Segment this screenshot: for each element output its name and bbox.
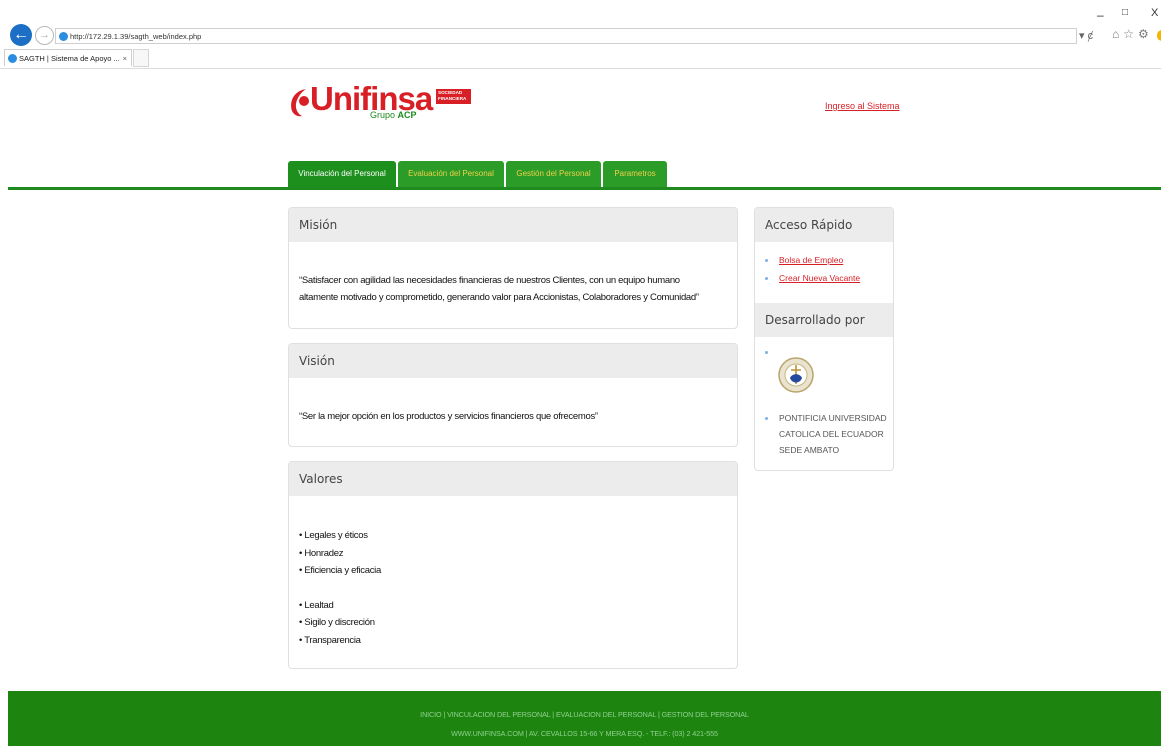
footer-nav[interactable]: INICIO | VINCULACION DEL PERSONAL | EVAL… xyxy=(8,710,1161,719)
tab-close-icon[interactable]: × xyxy=(123,50,127,66)
page-footer: INICIO | VINCULACION DEL PERSONAL | EVAL… xyxy=(8,691,1161,746)
university-line: PONTIFICIA UNIVERSIDAD xyxy=(779,413,887,423)
menu-tab-gestion[interactable]: Gestión del Personal xyxy=(506,161,601,187)
developed-by-title: Desarrollado por xyxy=(755,303,893,337)
university-seal-icon xyxy=(778,357,814,393)
logo-sociedad-financiera: SOCIEDAD FINANCIERA xyxy=(436,89,471,104)
bullet-icon xyxy=(765,259,768,262)
valor-item: • Sigilo y discreción xyxy=(299,617,375,628)
quick-access-title: Acceso Rápido xyxy=(755,208,893,242)
toolbar-home-favorites-settings-icon[interactable]: ⌂☆⚙ xyxy=(1112,27,1153,41)
valor-item: • Lealtad xyxy=(299,599,334,611)
menu-tab-parametros[interactable]: Parametros xyxy=(603,161,667,187)
valor-item: • Honradez xyxy=(299,547,344,559)
ie-logo-icon xyxy=(59,32,68,41)
valores-title: Valores xyxy=(289,462,737,496)
valores-panel: Valores • Legales y éticos • Honradez • … xyxy=(288,461,738,669)
browser-chrome: ← → http://172.29.1.39/sagth_web/index.p… xyxy=(0,0,1161,69)
login-link[interactable]: Ingreso al Sistema xyxy=(825,101,900,111)
bullet-icon xyxy=(765,417,768,420)
maximize-icon[interactable]: □ xyxy=(1122,7,1128,18)
university-line: SEDE AMBATO xyxy=(779,445,840,455)
back-arrow-icon[interactable]: ← xyxy=(10,24,32,46)
browser-tab[interactable]: SAGTH | Sistema de Apoyo ... × xyxy=(4,49,132,66)
valores-spacer xyxy=(299,580,381,597)
vision-title: Visión xyxy=(289,344,737,378)
logo-grupo-brand: ACP xyxy=(397,110,417,120)
mision-text: “Satisfacer con agilidad las necesidades… xyxy=(299,275,699,303)
menu-tab-vinculacion[interactable]: Vinculación del Personal xyxy=(288,161,396,187)
valor-item: • Transparencia xyxy=(299,634,361,646)
mision-title: Misión xyxy=(289,208,737,242)
address-bar[interactable]: http://172.29.1.39/sagth_web/index.php xyxy=(55,28,1077,44)
logo-grupo-label: Grupo xyxy=(370,110,396,120)
refresh-icon[interactable]: ▾ ȼ xyxy=(1079,29,1093,42)
tab-title: SAGTH | Sistema de Apoyo ... xyxy=(19,54,120,63)
mision-panel: Misión “Satisfacer con agilidad las nece… xyxy=(288,207,738,329)
tab-ie-icon xyxy=(8,54,17,63)
close-window-icon[interactable]: X xyxy=(1151,7,1158,19)
crear-vacante-link[interactable]: Crear Nueva Vacante xyxy=(779,273,860,283)
menu-tab-evaluacion[interactable]: Evaluación del Personal xyxy=(398,161,504,187)
sidebar-panel: Acceso Rápido Bolsa de Empleo Crear Nuev… xyxy=(754,207,894,471)
vision-panel: Visión “Ser la mejor opción en los produ… xyxy=(288,343,738,447)
new-tab-button[interactable] xyxy=(133,49,149,67)
unifinsa-logo: Unifinsa SOCIEDAD FINANCIERA Grupo ACP xyxy=(288,80,478,128)
logo-grupo: Grupo ACP xyxy=(370,110,417,120)
bullet-icon xyxy=(765,351,768,354)
bolsa-empleo-link[interactable]: Bolsa de Empleo xyxy=(779,255,843,265)
footer-contact: WWW.UNIFINSA.COM | AV. CEVALLOS 15-66 Y … xyxy=(451,729,718,738)
vision-text: “Ser la mejor opción en los productos y … xyxy=(299,411,598,422)
university-name: PONTIFICIA UNIVERSIDAD CATOLICA DEL ECUA… xyxy=(779,410,887,458)
feedback-smiley-icon[interactable] xyxy=(1157,30,1161,41)
valor-item: • Eficiencia y eficacia xyxy=(299,565,381,576)
forward-arrow-icon[interactable]: → xyxy=(35,26,54,45)
university-line: CATOLICA DEL ECUADOR xyxy=(779,429,884,439)
header-divider xyxy=(8,187,1161,190)
address-url: http://172.29.1.39/sagth_web/index.php xyxy=(70,32,202,41)
valor-item: • Legales y éticos xyxy=(299,530,368,541)
minimize-icon[interactable]: – xyxy=(1097,8,1104,22)
bullet-icon xyxy=(765,277,768,280)
valores-list: • Legales y éticos • Honradez • Eficienc… xyxy=(299,527,381,649)
